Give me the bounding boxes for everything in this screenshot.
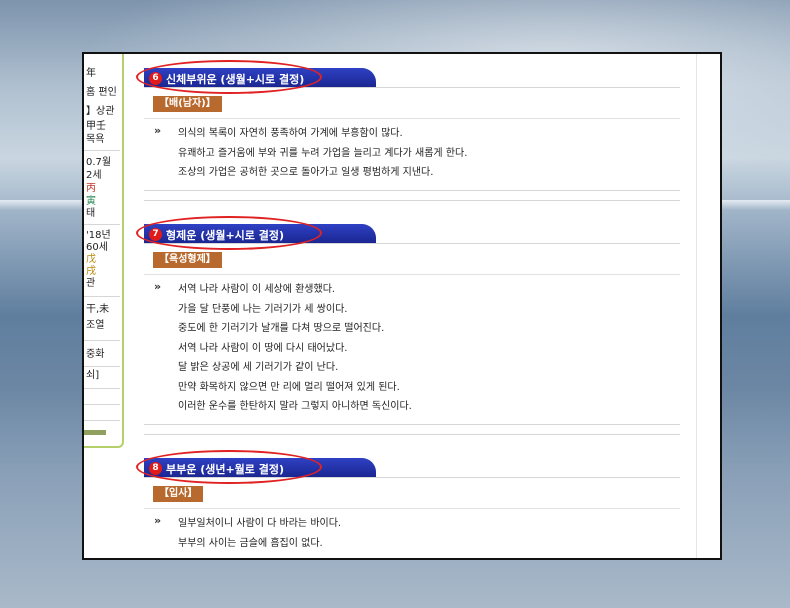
sidebar-divider <box>84 388 120 389</box>
fortune-line: 만약 화목하지 않으면 만 리에 멀리 떨어져 있게 된다. <box>178 381 400 393</box>
section-header: 7 형제운 (생월+시로 결정) <box>136 216 680 250</box>
sidebar-cell: 】상관 <box>86 106 115 117</box>
sidebar-divider <box>84 420 120 421</box>
fortune-line: 달 밝은 상공에 세 기러기가 같이 난다. <box>178 362 339 373</box>
red-highlight-oval <box>136 216 322 250</box>
red-highlight-oval <box>136 60 322 94</box>
sidebar-cell: 태 <box>86 208 96 219</box>
sidebar-cell: 寅 <box>86 196 96 207</box>
fortune-line: 서역 나라 사람이 이 세상에 환생했다. <box>178 284 336 295</box>
double-chevron-icon: » <box>154 124 161 137</box>
sidebar-cell: '18년 <box>86 230 111 241</box>
fortune-line: 가을 달 단풍에 나는 기러기가 세 쌍이다. <box>178 303 348 315</box>
section-subtitle-badge: 【배(남자)】 <box>153 96 222 112</box>
saju-sidebar-panel: 年 홈 편인 】상관 甲壬 목욕 0.7월 2세 丙 寅 태 '18년 60세 … <box>84 54 124 448</box>
sidebar-cell: 0.7월 <box>86 157 112 168</box>
fortune-line: 의식의 복록이 자연히 풍족하여 가계에 부흥함이 많다. <box>178 128 403 139</box>
fortune-line: 중도에 한 기러기가 날개를 다쳐 땅으로 떨어진다. <box>178 323 385 334</box>
section-body-fortune: 6 신체부위운 (생월+시로 결정) 【배(남자)】 » 의식의 복록이 자연히… <box>136 60 680 201</box>
sidebar-divider <box>84 296 120 297</box>
fortune-line: 서역 나라 사람이 이 땅에 다시 태어났다. <box>178 342 348 354</box>
sidebar-cell: 60세 <box>86 242 108 253</box>
page-right-rule <box>696 54 697 558</box>
sidebar-cell: 조열 <box>86 320 105 331</box>
sidebar-cell: 丙 <box>86 183 96 194</box>
page-frame: 年 홈 편인 】상관 甲壬 목욕 0.7월 2세 丙 寅 태 '18년 60세 … <box>82 52 722 560</box>
sidebar-cell: 戌 <box>86 266 96 277</box>
sidebar-divider <box>84 150 120 151</box>
sidebar-divider <box>84 404 120 405</box>
sidebar-divider <box>84 224 120 225</box>
sidebar-cell: 중화 <box>86 349 105 360</box>
section-subtitle-badge: 【입사】 <box>153 486 204 502</box>
sidebar-cell: 干,未 <box>86 304 110 315</box>
double-chevron-icon: » <box>154 280 161 293</box>
section-marriage-fortune: 8 부부운 (생년+월로 결정) 【입사】 » 일부일처이니 사람이 다 바라는… <box>136 450 680 549</box>
sidebar-divider <box>84 366 120 367</box>
fortune-line: 일부일처이니 사람이 다 바라는 바이다. <box>178 518 342 529</box>
fortune-line: 부부의 사이는 금슬에 흠집이 없다. <box>178 537 323 549</box>
sidebar-cell: 2세 <box>86 170 102 181</box>
section-end-rule <box>144 200 680 201</box>
fortune-line: 조상의 가업은 공허한 곳으로 돌아가고 일생 평범하게 지낸다. <box>178 167 434 178</box>
sidebar-cell: 쇠] <box>86 370 100 381</box>
fortune-line: 이러한 운수를 한탄하지 말라 그렇지 아니하면 독신이다. <box>178 401 412 412</box>
sidebar-cell: 年 <box>86 68 96 79</box>
section-divider <box>144 118 680 119</box>
sidebar-cell: 관 <box>86 278 96 289</box>
section-header: 6 신체부위운 (생월+시로 결정) <box>136 60 680 94</box>
section-divider <box>144 274 680 275</box>
double-chevron-icon: » <box>154 514 161 527</box>
sidebar-cell: 홈 편인 <box>86 87 117 98</box>
sidebar-cell: 戊 <box>86 254 96 265</box>
section-header: 8 부부운 (생년+월로 결정) <box>136 450 680 484</box>
section-end-rule <box>144 424 680 425</box>
fortune-content: 6 신체부위운 (생월+시로 결정) 【배(남자)】 » 의식의 복록이 자연히… <box>136 54 680 558</box>
red-highlight-oval <box>136 450 322 484</box>
section-subtitle-badge: 【욕성형제】 <box>153 252 222 268</box>
section-divider <box>144 508 680 509</box>
section-end-rule <box>144 434 680 435</box>
section-end-rule <box>144 190 680 191</box>
sidebar-progress-bar <box>84 430 106 435</box>
sidebar-divider <box>84 340 120 341</box>
sidebar-cell: 甲壬 <box>86 121 106 132</box>
sidebar-cell: 목욕 <box>86 134 105 145</box>
fortune-line: 유쾌하고 즐거움에 부와 귀를 누려 가업을 늘리고 계다가 새롭게 한다. <box>178 147 468 159</box>
section-siblings-fortune: 7 형제운 (생월+시로 결정) 【욕성형제】 » 서역 나라 사람이 이 세상… <box>136 216 680 435</box>
